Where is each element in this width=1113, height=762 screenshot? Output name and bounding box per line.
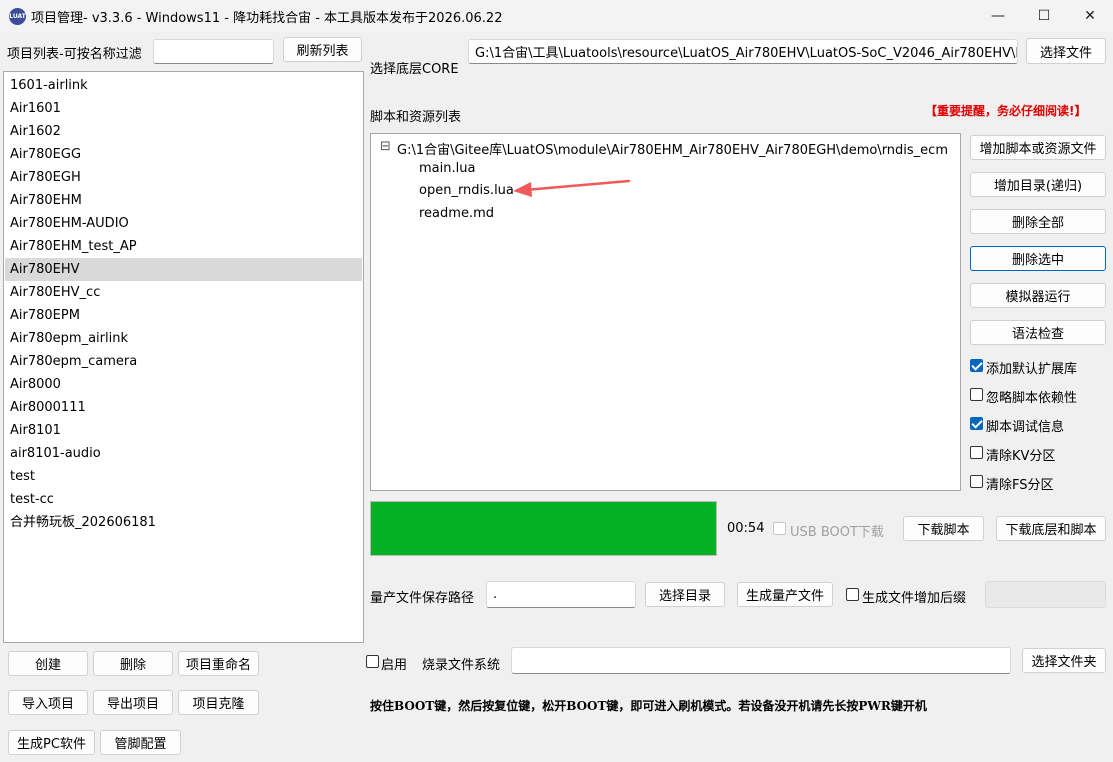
project-list-item[interactable]: Air780epm_airlink	[5, 327, 362, 350]
project-list-item[interactable]: Air780EHM-AUDIO	[5, 212, 362, 235]
tree-file-item[interactable]: main.lua	[419, 161, 475, 176]
progress-fill	[371, 502, 716, 555]
tree-root-path[interactable]: G:\1合宙\Gitee库\LuatOS\module\Air780EHM_Ai…	[397, 139, 948, 158]
tree-collapse-icon[interactable]: ⊟	[380, 139, 391, 154]
close-icon[interactable]: ✕	[1067, 0, 1113, 32]
maximize-icon[interactable]: ☐	[1021, 0, 1067, 32]
mass-production-path-label: 量产文件保存路径	[370, 591, 475, 606]
option-label: 添加默认扩展库	[986, 362, 1078, 377]
project-filter-label: 项目列表-可按名称过滤	[7, 47, 142, 62]
project-list-item[interactable]: Air1601	[5, 97, 362, 120]
add-directory-button[interactable]: 增加目录(递归)	[970, 172, 1106, 197]
usb-boot-checkbox[interactable]	[773, 522, 786, 535]
option-checkbox[interactable]	[970, 359, 983, 372]
annotation-arrow-icon	[513, 179, 631, 197]
project-list-item[interactable]: Air780epm_camera	[5, 350, 362, 373]
boot-mode-hint: 按住BOOT键，然后按复位键，松开BOOT键，即可进入刷机模式。若设备没开机请先…	[370, 699, 927, 713]
project-list-item[interactable]: Air780EGH	[5, 166, 362, 189]
core-path-input[interactable]: G:\1合宙\工具\Luatools\resource\LuatOS_Air78…	[468, 39, 1018, 64]
mass-production-path-input[interactable]: .	[486, 581, 636, 608]
project-list-item[interactable]: Air780EHM	[5, 189, 362, 212]
option-checkbox[interactable]	[970, 475, 983, 488]
add-script-button[interactable]: 增加脚本或资源文件	[970, 135, 1106, 160]
window-title: 项目管理- v3.3.6 - Windows11 - 降功耗找合宙 - 本工具版…	[31, 11, 503, 26]
tree-file-item[interactable]: readme.md	[419, 206, 494, 221]
project-list-item[interactable]: Air780EHV_cc	[5, 281, 362, 304]
burn-fs-input[interactable]	[511, 647, 1011, 674]
suffix-input[interactable]	[985, 581, 1106, 608]
project-list-item[interactable]: 合并畅玩板_202606181	[5, 511, 362, 534]
select-file-button[interactable]: 选择文件	[1026, 38, 1106, 64]
project-list-item[interactable]: test-cc	[5, 488, 362, 511]
download-core-and-script-button[interactable]: 下载底层和脚本	[996, 516, 1106, 541]
delete-project-button[interactable]: 删除	[93, 651, 173, 676]
core-label: 选择底层CORE	[370, 62, 459, 77]
project-list-item[interactable]: Air780EPM	[5, 304, 362, 327]
download-timer: 00:54	[727, 521, 765, 536]
project-list-item[interactable]: test	[5, 465, 362, 488]
project-list[interactable]: 1601-airlink Air1601 Air1602 Air780EGG Air78…	[3, 71, 364, 643]
project-filter-input[interactable]	[153, 39, 274, 64]
select-directory-button[interactable]: 选择目录	[645, 582, 725, 607]
delete-selected-button[interactable]: 删除选中	[970, 246, 1106, 271]
option-label: 忽略脚本依赖性	[986, 391, 1078, 406]
download-script-button[interactable]: 下载脚本	[903, 516, 984, 541]
generate-pc-software-button[interactable]: 生成PC软件	[8, 730, 95, 755]
important-warning-link[interactable]: 【重要提醒，务必仔细阅读!】	[925, 102, 1086, 119]
rename-project-button[interactable]: 项目重命名	[178, 651, 259, 676]
project-list-item[interactable]: air8101-audio	[5, 442, 362, 465]
app-icon: LUAT	[9, 8, 26, 25]
option-checkbox[interactable]	[970, 417, 983, 430]
option-label: 清除KV分区	[986, 449, 1056, 464]
project-list-item[interactable]: Air8101	[5, 419, 362, 442]
minimize-icon[interactable]: —	[975, 0, 1021, 32]
clone-project-button[interactable]: 项目克隆	[178, 690, 259, 715]
option-label: 清除FS分区	[986, 478, 1054, 493]
enable-burn-fs-label: 启用	[381, 658, 408, 673]
project-list-item[interactable]: Air780EGG	[5, 143, 362, 166]
project-list-item[interactable]: Air8000	[5, 373, 362, 396]
emulator-run-button[interactable]: 模拟器运行	[970, 283, 1106, 308]
option-checkbox[interactable]	[970, 446, 983, 459]
add-suffix-checkbox[interactable]	[846, 588, 859, 601]
scripts-label: 脚本和资源列表	[370, 110, 462, 125]
export-project-button[interactable]: 导出项目	[93, 690, 173, 715]
burn-fs-label: 烧录文件系统	[422, 658, 501, 673]
pin-config-button[interactable]: 管脚配置	[100, 730, 181, 755]
generate-mass-production-button[interactable]: 生成量产文件	[737, 582, 833, 607]
script-tree[interactable]: ⊟ G:\1合宙\Gitee库\LuatOS\module\Air780EHM_…	[370, 133, 961, 491]
import-project-button[interactable]: 导入项目	[8, 690, 88, 715]
tree-file-item[interactable]: open_rndis.lua	[419, 183, 514, 198]
usb-boot-label: USB BOOT下载	[790, 525, 884, 540]
add-suffix-label: 生成文件增加后缀	[862, 591, 967, 606]
project-list-item[interactable]: 1601-airlink	[5, 74, 362, 97]
delete-all-button[interactable]: 删除全部	[970, 209, 1106, 234]
option-checkbox[interactable]	[970, 388, 983, 401]
project-list-item[interactable]: Air1602	[5, 120, 362, 143]
select-folder-button[interactable]: 选择文件夹	[1022, 648, 1106, 673]
download-progress-bar	[370, 501, 717, 556]
option-label: 脚本调试信息	[986, 420, 1065, 435]
refresh-list-button[interactable]: 刷新列表	[283, 37, 362, 62]
syntax-check-button[interactable]: 语法检查	[970, 320, 1106, 345]
project-list-item[interactable]: Air8000111	[5, 396, 362, 419]
project-list-item[interactable]: Air780EHM_test_AP	[5, 235, 362, 258]
enable-burn-fs-checkbox[interactable]	[366, 655, 379, 668]
project-list-item[interactable]: Air780EHV	[5, 258, 362, 281]
create-project-button[interactable]: 创建	[8, 651, 88, 676]
